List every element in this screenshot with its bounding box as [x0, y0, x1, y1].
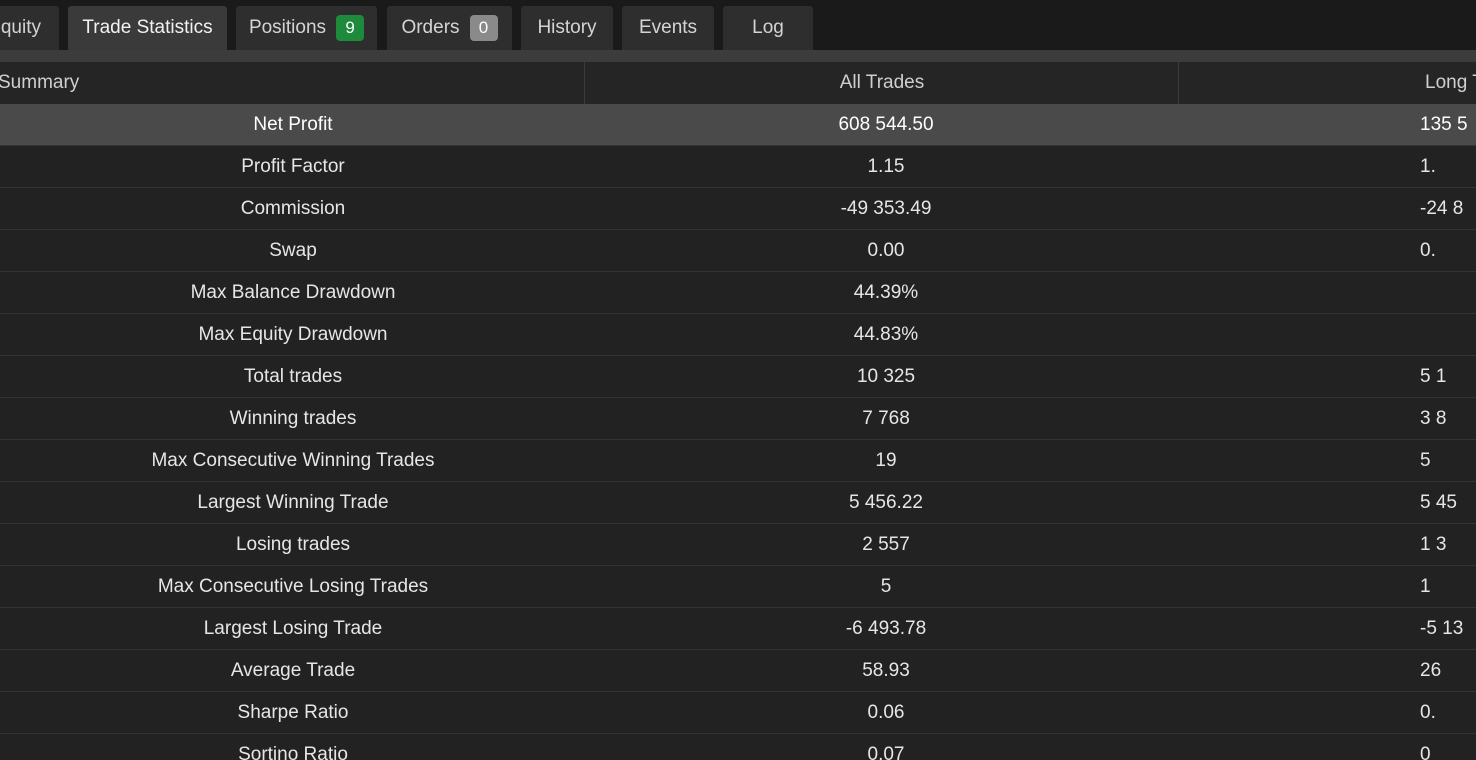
- row-value-long: [1420, 314, 1476, 356]
- row-value-long: 3 8: [1420, 408, 1447, 429]
- table-row-max-consecutive-winning-trades[interactable]: Max Consecutive Winning Trades 19 5: [0, 440, 1476, 482]
- row-value-all: 0.07: [867, 744, 905, 760]
- orders-count-badge: 0: [469, 15, 498, 41]
- row-value-long: 5 45: [1420, 492, 1457, 513]
- row-value-all: 44.83%: [853, 324, 919, 345]
- row-value-all: 0.00: [867, 240, 905, 261]
- table-row-winning-trades[interactable]: Winning trades 7 768 3 8: [0, 398, 1476, 440]
- table-row-swap[interactable]: Swap 0.00 0.: [0, 230, 1476, 272]
- row-label: Commission: [240, 198, 346, 219]
- row-value-long: 1: [1420, 576, 1431, 597]
- row-label: Total trades: [243, 366, 343, 387]
- row-value-long: [1420, 272, 1476, 314]
- table-row-largest-winning-trade[interactable]: Largest Winning Trade 5 456.22 5 45: [0, 482, 1476, 524]
- tab-orders[interactable]: Orders 0: [387, 6, 512, 50]
- tab-bar: quity Trade Statistics Positions 9 Order…: [0, 0, 1476, 50]
- table-header: Summary All Trades Long T: [0, 62, 1476, 104]
- table-row-max-equity-drawdown[interactable]: Max Equity Drawdown 44.83%: [0, 314, 1476, 356]
- table-row-average-trade[interactable]: Average Trade 58.93 26: [0, 650, 1476, 692]
- row-value-long: 5: [1420, 450, 1431, 471]
- trade-statistics-window: quity Trade Statistics Positions 9 Order…: [0, 0, 1476, 760]
- tab-orders-label: Orders: [401, 17, 460, 38]
- row-value-all: 0.06: [867, 702, 905, 723]
- table-row-commission[interactable]: Commission -49 353.49 -24 8: [0, 188, 1476, 230]
- row-value-long: -24 8: [1420, 198, 1464, 219]
- table-row-sortino-ratio[interactable]: Sortino Ratio 0.07 0: [0, 734, 1476, 760]
- row-label: Sortino Ratio: [238, 744, 348, 760]
- column-header-all-trades[interactable]: All Trades: [584, 62, 1179, 104]
- row-label: Largest Losing Trade: [203, 618, 383, 639]
- row-value-all: -6 493.78: [845, 618, 927, 639]
- row-value-long: -5 13: [1420, 618, 1464, 639]
- row-value-all: 7 768: [862, 408, 910, 429]
- tab-events-label: Events: [638, 17, 698, 38]
- table-row-profit-factor[interactable]: Profit Factor 1.15 1.: [0, 146, 1476, 188]
- row-label: Max Equity Drawdown: [198, 324, 388, 345]
- tab-equity-label: quity: [0, 17, 41, 38]
- table-row-largest-losing-trade[interactable]: Largest Losing Trade -6 493.78 -5 13: [0, 608, 1476, 650]
- row-value-long: 1.: [1420, 156, 1436, 177]
- row-value-long: 0: [1420, 744, 1431, 760]
- tab-log-label: Log: [752, 17, 784, 38]
- row-value-all: 10 325: [856, 366, 916, 387]
- row-value-all: 19: [875, 450, 897, 471]
- statistics-table-body: Net Profit 608 544.50 135 5 Profit Facto…: [0, 104, 1476, 760]
- row-label: Average Trade: [230, 660, 356, 681]
- tab-log[interactable]: Log: [723, 6, 813, 50]
- column-header-long-trades[interactable]: Long T: [1178, 62, 1476, 104]
- tab-equity[interactable]: quity: [0, 6, 59, 50]
- tab-positions-label: Positions: [248, 17, 327, 38]
- row-value-all: 44.39%: [853, 282, 919, 303]
- row-value-all: 5: [880, 576, 892, 597]
- tab-history[interactable]: History: [521, 6, 613, 50]
- table-row-net-profit[interactable]: Net Profit 608 544.50 135 5: [0, 104, 1476, 146]
- row-value-all: 1.15: [867, 156, 905, 177]
- row-value-all: 58.93: [862, 660, 910, 681]
- tab-trade-statistics[interactable]: Trade Statistics: [68, 6, 227, 50]
- row-label: Max Consecutive Winning Trades: [151, 450, 435, 471]
- tab-separator-bar: [0, 50, 1476, 62]
- table-row-max-balance-drawdown[interactable]: Max Balance Drawdown 44.39%: [0, 272, 1476, 314]
- tab-history-label: History: [537, 17, 597, 38]
- row-value-long: 1 3: [1420, 534, 1447, 555]
- row-label: Losing trades: [235, 534, 351, 555]
- positions-count-badge: 9: [336, 15, 365, 41]
- row-value-long: 0.: [1420, 240, 1436, 261]
- row-value-all: 2 557: [862, 534, 910, 555]
- row-value-all: 608 544.50: [838, 114, 934, 135]
- row-value-all: -49 353.49: [840, 198, 932, 219]
- row-label: Profit Factor: [241, 156, 345, 177]
- column-header-summary[interactable]: Summary: [0, 62, 581, 104]
- row-value-long: 135 5: [1420, 114, 1468, 135]
- row-label: Max Consecutive Losing Trades: [157, 576, 429, 597]
- row-label: Winning trades: [229, 408, 357, 429]
- row-value-long: 5 1: [1420, 366, 1447, 387]
- row-label: Swap: [269, 240, 317, 261]
- row-value-long: 0.: [1420, 702, 1436, 723]
- tab-trade-statistics-label: Trade Statistics: [82, 17, 213, 38]
- row-label: Max Balance Drawdown: [190, 282, 396, 303]
- table-row-total-trades[interactable]: Total trades 10 325 5 1: [0, 356, 1476, 398]
- tab-positions[interactable]: Positions 9: [236, 6, 377, 50]
- row-label: Largest Winning Trade: [197, 492, 389, 513]
- row-value-long: 26: [1420, 660, 1442, 681]
- tab-events[interactable]: Events: [622, 6, 714, 50]
- table-row-losing-trades[interactable]: Losing trades 2 557 1 3: [0, 524, 1476, 566]
- row-value-all: 5 456.22: [849, 492, 923, 513]
- table-row-max-consecutive-losing-trades[interactable]: Max Consecutive Losing Trades 5 1: [0, 566, 1476, 608]
- row-label: Net Profit: [253, 114, 333, 135]
- table-row-sharpe-ratio[interactable]: Sharpe Ratio 0.06 0.: [0, 692, 1476, 734]
- row-label: Sharpe Ratio: [237, 702, 349, 723]
